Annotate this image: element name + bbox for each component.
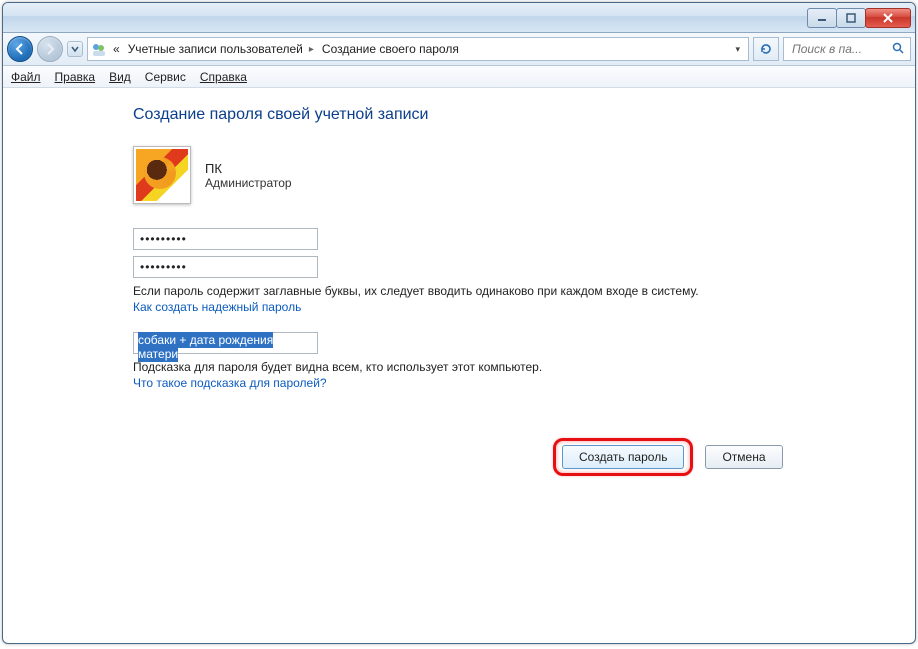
menu-edit[interactable]: Правка	[55, 70, 96, 84]
navbar: « Учетные записи пользователей ▸ Создани…	[3, 33, 915, 66]
buttons-row: Создать пароль Отмена	[553, 438, 915, 476]
breadcrumb-chevrons[interactable]: «	[110, 42, 123, 56]
refresh-icon	[759, 42, 773, 56]
menu-view[interactable]: Вид	[109, 70, 131, 84]
maximize-icon	[846, 13, 856, 23]
chevron-down-icon	[71, 45, 79, 53]
minimize-icon	[817, 13, 827, 23]
nav-history-dropdown[interactable]	[67, 41, 83, 57]
user-accounts-icon	[90, 40, 108, 58]
hint-note: Подсказка для пароля будет видна всем, к…	[133, 360, 773, 374]
create-password-button[interactable]: Создать пароль	[562, 445, 684, 469]
nav-back-button[interactable]	[7, 36, 33, 62]
search-icon	[892, 42, 904, 57]
breadcrumb-dropdown[interactable]: ▾	[729, 44, 746, 55]
arrow-left-icon	[14, 43, 26, 55]
window-buttons	[808, 8, 911, 28]
link-what-is-hint[interactable]: Что такое подсказка для паролей?	[133, 376, 327, 390]
menubar: Файл Правка Вид Сервис Справка	[3, 66, 915, 88]
close-icon	[882, 13, 894, 23]
breadcrumb-item-create-password[interactable]: Создание своего пароля	[319, 42, 462, 56]
breadcrumb-label: Учетные записи пользователей	[128, 42, 303, 56]
cancel-button[interactable]: Отмена	[705, 445, 782, 469]
titlebar	[3, 3, 915, 33]
password-field[interactable]	[133, 228, 318, 250]
nav-forward-button[interactable]	[37, 36, 63, 62]
annotation-highlight: Создать пароль	[553, 438, 693, 476]
minimize-button[interactable]	[807, 8, 837, 28]
search-input[interactable]	[790, 41, 888, 57]
chevron-right-icon: ▸	[309, 44, 314, 55]
breadcrumb-item-accounts[interactable]: Учетные записи пользователей ▸	[125, 42, 317, 56]
link-strong-password[interactable]: Как создать надежный пароль	[133, 300, 301, 314]
search-box[interactable]	[783, 37, 911, 61]
close-button[interactable]	[865, 8, 911, 28]
password-hint-value: собаки + дата рождения матери	[138, 332, 273, 362]
user-info: ПК Администратор	[205, 161, 292, 190]
menu-file[interactable]: Файл	[11, 70, 41, 84]
user-name: ПК	[205, 161, 292, 176]
arrow-right-icon	[44, 43, 56, 55]
breadcrumb-bar[interactable]: « Учетные записи пользователей ▸ Создани…	[87, 37, 749, 61]
user-role: Администратор	[205, 176, 292, 190]
menu-help[interactable]: Справка	[200, 70, 247, 84]
breadcrumb-label: Создание своего пароля	[322, 42, 459, 56]
avatar	[133, 146, 191, 204]
menu-tools[interactable]: Сервис	[145, 70, 186, 84]
refresh-button[interactable]	[753, 37, 779, 61]
user-row: ПК Администратор	[133, 146, 915, 204]
page-title: Создание пароля своей учетной записи	[133, 106, 915, 124]
window-frame: « Учетные записи пользователей ▸ Создани…	[2, 2, 916, 644]
caps-note: Если пароль содержит заглавные буквы, их…	[133, 284, 773, 298]
password-hint-field[interactable]: собаки + дата рождения матери	[133, 332, 318, 354]
maximize-button[interactable]	[836, 8, 866, 28]
password-confirm-field[interactable]	[133, 256, 318, 278]
content-area: Создание пароля своей учетной записи ПК …	[3, 88, 915, 643]
